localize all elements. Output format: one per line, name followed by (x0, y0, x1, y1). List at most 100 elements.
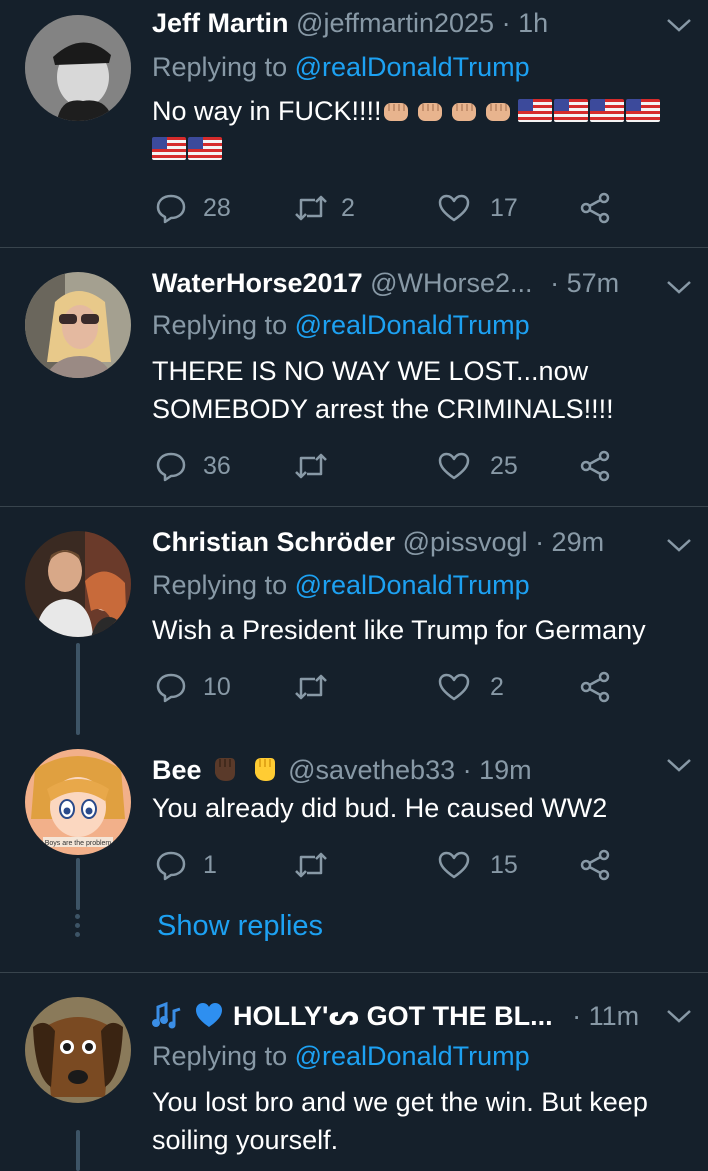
thread-line (76, 858, 80, 910)
heart-icon (438, 851, 470, 879)
tweet[interactable]: HOLLY'ᔕ GOT THE BL... · 11m Replying to … (0, 973, 708, 1171)
fist-emoji-icon (485, 103, 510, 121)
timestamp[interactable]: · 29m (535, 527, 604, 557)
reply-count: 28 (203, 193, 231, 222)
user-handle[interactable]: @jeffmartin2025 (296, 8, 494, 38)
user-handle[interactable]: @savetheb33 (288, 755, 455, 785)
thread-line (76, 643, 80, 735)
like-count: 2 (490, 672, 504, 701)
tweet-actions: 1 15 (155, 847, 625, 883)
share-button[interactable] (579, 669, 611, 705)
replying-to: Replying to @realDonaldTrump (152, 568, 530, 602)
retweet-button[interactable]: 2 (293, 190, 355, 226)
chevron-down-icon[interactable] (664, 755, 694, 775)
retweet-icon (295, 852, 327, 878)
replying-to-handle[interactable]: @realDonaldTrump (295, 52, 530, 82)
us-flag-emoji-icon (517, 99, 552, 122)
fist-emoji-icon (451, 103, 476, 121)
replying-to-handle[interactable]: @realDonaldTrump (295, 1041, 530, 1071)
reply-button[interactable]: 36 (155, 448, 231, 484)
tweet[interactable]: WaterHorse2017 @WHorse2... · 57m Replyin… (0, 248, 708, 506)
reply-button[interactable]: 1 (155, 847, 217, 883)
chevron-down-icon[interactable] (664, 277, 694, 297)
share-button[interactable] (579, 190, 611, 226)
heart-icon (438, 452, 470, 480)
avatar[interactable]: Boys are the problem (25, 749, 131, 855)
reply-icon (156, 673, 186, 703)
timestamp[interactable]: · 57m (550, 268, 619, 298)
tweet-text: Wish a President like Trump for Germany (152, 615, 646, 645)
tweet-header: HOLLY'ᔕ GOT THE BL... · 11m (152, 999, 648, 1033)
chevron-down-icon[interactable] (664, 15, 694, 35)
like-count: 17 (490, 193, 518, 222)
replying-to-handle[interactable]: @realDonaldTrump (295, 310, 530, 340)
timestamp[interactable]: · 19m (463, 755, 532, 785)
retweet-button[interactable] (293, 847, 345, 883)
share-icon (580, 849, 610, 881)
share-icon (580, 450, 610, 482)
blue-heart-emoji-icon (195, 1003, 222, 1027)
display-name[interactable]: HOLLY'ᔕ GOT THE BL... (233, 1001, 553, 1031)
reply-button[interactable]: 10 (155, 669, 231, 705)
tweet[interactable]: Christian Schröder @pissvogl · 29m Reply… (0, 507, 708, 735)
like-count: 25 (490, 451, 518, 480)
chevron-down-icon[interactable] (664, 535, 694, 555)
replying-to: Replying to @realDonaldTrump (152, 1039, 530, 1073)
replying-to-handle[interactable]: @realDonaldTrump (295, 570, 530, 600)
heart-icon (438, 673, 470, 701)
like-count: 15 (490, 850, 518, 879)
us-flag-emoji-icon (152, 137, 186, 160)
raised-fist-dark-emoji-icon (215, 758, 236, 781)
reply-count: 1 (203, 850, 217, 879)
tweet-text: No way in FUCK!!!! (152, 92, 694, 168)
tweet[interactable]: Jeff Martin @jeffmartin2025 · 1h Replyin… (0, 0, 708, 247)
chevron-down-icon[interactable] (664, 1006, 694, 1026)
tweet-header: WaterHorse2017 @WHorse2... · 57m (152, 266, 648, 300)
display-name[interactable]: Bee (152, 755, 202, 785)
show-replies-link[interactable]: Show replies (157, 910, 323, 943)
display-name[interactable]: Christian Schröder (152, 527, 395, 557)
tweet-text: You already did bud. He caused WW2 (152, 793, 608, 823)
retweet-icon (295, 674, 327, 700)
fist-emoji-icon (417, 103, 442, 121)
us-flag-emoji-icon (188, 137, 222, 160)
retweet-button[interactable] (293, 669, 345, 705)
avatar-caption: Boys are the problem (45, 840, 112, 847)
avatar[interactable] (25, 272, 131, 378)
user-handle[interactable]: @pissvogl (403, 527, 528, 557)
like-button[interactable]: 25 (438, 448, 518, 484)
like-button[interactable]: 2 (438, 669, 504, 705)
timestamp[interactable]: · 1h (502, 8, 549, 38)
tweet-text-content: No way in FUCK!!!! (152, 96, 382, 126)
display-name[interactable]: Jeff Martin (152, 8, 289, 38)
reply-count: 36 (203, 451, 231, 480)
user-handle[interactable]: @WHorse2... (370, 268, 532, 298)
retweet-icon (295, 453, 327, 479)
retweet-button[interactable] (293, 448, 345, 484)
emoji-fists (382, 96, 518, 126)
reply-icon (156, 452, 186, 482)
fist-emoji-icon (383, 103, 408, 121)
share-button[interactable] (579, 448, 611, 484)
like-button[interactable]: 15 (438, 847, 518, 883)
thread-line (76, 1130, 80, 1171)
timestamp[interactable]: · 11m (572, 1001, 639, 1031)
share-button[interactable] (579, 847, 611, 883)
tweet-actions: 28 2 17 (155, 190, 625, 226)
avatar[interactable] (25, 997, 131, 1103)
avatar[interactable] (25, 531, 131, 637)
tweet[interactable]: Boys are the problem Bee @savetheb33 · 1… (0, 735, 708, 972)
reply-icon (156, 194, 186, 224)
thread-ellipsis (75, 914, 81, 941)
share-icon (580, 671, 610, 703)
avatar[interactable] (25, 15, 131, 121)
music-notes-emoji-icon (152, 1001, 181, 1029)
like-button[interactable]: 17 (438, 190, 518, 226)
tweet-text: THERE IS NO WAY WE LOST...now SOMEBODY a… (152, 356, 614, 424)
reply-button[interactable]: 28 (155, 190, 231, 226)
display-name[interactable]: WaterHorse2017 (152, 268, 363, 298)
us-flag-emoji-icon (553, 99, 588, 122)
tweet-text: You lost bro and we get the win. But kee… (152, 1087, 648, 1155)
tweet-header: Jeff Martin @jeffmartin2025 · 1h (152, 6, 648, 40)
tweet-header: Bee @savetheb33 · 19m (152, 753, 648, 787)
